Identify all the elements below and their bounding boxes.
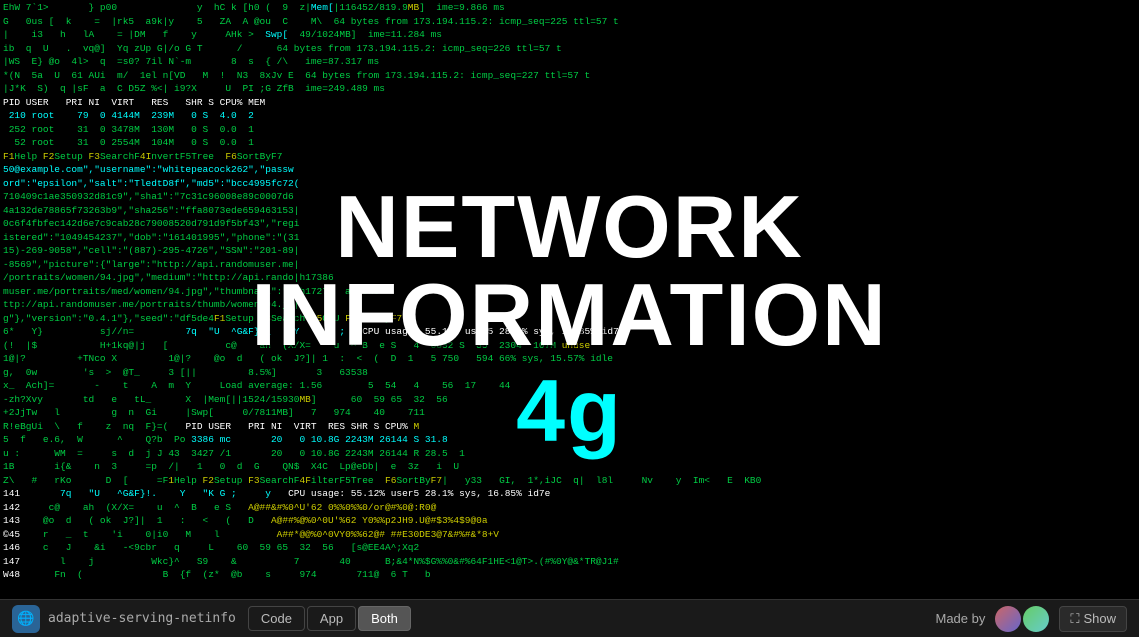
show-button[interactable]: ⛶ Show <box>1059 606 1127 632</box>
show-label: Show <box>1083 611 1116 626</box>
made-by-label: Made by <box>935 611 985 626</box>
bottom-left: 🌐 adaptive-serving-netinfo Code App Both <box>12 605 411 633</box>
tab-app[interactable]: App <box>307 606 356 631</box>
bottom-bar: 🌐 adaptive-serving-netinfo Code App Both… <box>0 599 1139 637</box>
expand-icon: ⛶ <box>1070 611 1079 627</box>
app-icon: 🌐 <box>12 605 40 633</box>
tab-code[interactable]: Code <box>248 606 305 631</box>
terminal-background: EhW 7`1> } p00 y hC k [h0 ( 9 z|Mem[|116… <box>0 0 1139 599</box>
app-name: adaptive-serving-netinfo <box>48 611 236 626</box>
bottom-right: Made by ⛶ Show <box>935 606 1127 632</box>
tab-group: Code App Both <box>248 606 411 631</box>
avatar <box>995 606 1021 632</box>
tab-both[interactable]: Both <box>358 606 411 631</box>
terminal-left-panel: EhW 7`1> } p00 y hC k [h0 ( 9 z|Mem[|116… <box>0 0 1139 599</box>
avatar-2 <box>1023 606 1049 632</box>
